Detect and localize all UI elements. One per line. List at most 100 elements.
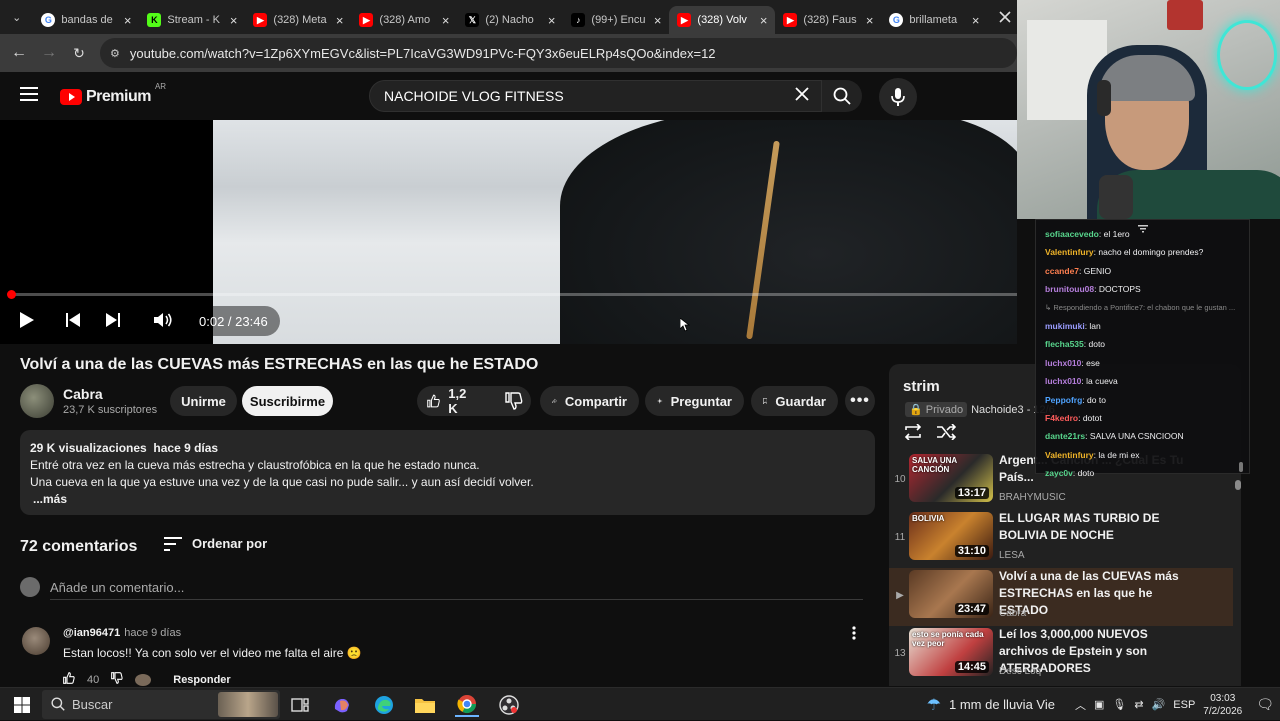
play-button[interactable] [12,305,42,335]
site-info-icon[interactable]: ⚙ [110,47,120,60]
language-indicator[interactable]: ESP [1173,699,1195,711]
chat-username[interactable]: Valentinfury [1045,247,1094,257]
chat-username[interactable]: flecha535 [1045,339,1084,349]
video-player[interactable]: 0:02 / 23:46 [0,120,1017,344]
notification-icon[interactable]: 🗨 [1256,696,1274,713]
browser-tab[interactable]: ▶ (328) Meta × [245,6,351,34]
browser-tab[interactable]: ▶ (328) Volv × [669,6,776,34]
shuffle-icon[interactable] [936,423,957,445]
close-tab-icon[interactable]: × [230,13,238,28]
comment-author[interactable]: @ian96471 hace 9 días [63,627,181,639]
join-button[interactable]: Unirme [170,386,237,416]
dislike-button[interactable] [505,392,523,410]
microphone-icon[interactable]: 🎙 [1112,698,1126,711]
network-icon[interactable]: ⇄ [1134,698,1143,711]
file-explorer-icon[interactable] [413,693,437,717]
tray-app-icon[interactable]: ▣ [1094,698,1104,711]
chat-username[interactable]: mukimuki [1045,321,1085,331]
playlist-name[interactable]: strim [903,378,940,395]
reload-icon[interactable]: ↻ [64,38,94,68]
windows-start-icon[interactable] [10,693,34,717]
browser-tab[interactable]: ▶ (328) Faus × [775,6,881,34]
close-tab-icon[interactable]: × [972,13,980,28]
sort-comments-button[interactable]: Ordenar por [164,536,267,551]
share-button[interactable]: Compartir [540,386,639,416]
chat-filter-icon[interactable] [1138,220,1148,238]
save-button[interactable]: Guardar [751,386,838,416]
edge-icon[interactable] [372,693,396,717]
back-icon[interactable]: ← [4,38,34,68]
playlist-item[interactable]: 11 BOLIVIA 31:10 EL LUGAR MAS TURBIO DE BOL… [889,510,1233,568]
description-more-link[interactable]: ...más [33,491,865,508]
next-button[interactable] [98,305,128,335]
tray-chevron-up-icon[interactable]: ︿ [1075,697,1086,713]
close-tab-icon[interactable]: × [442,13,450,28]
youtube-premium-logo[interactable]: Premium AR [60,82,166,106]
clock[interactable]: 03:03 7/2/2026 [1203,692,1242,718]
reply-button[interactable]: Responder [173,674,230,686]
search-input[interactable]: NACHOIDE VLOG FITNESS [369,80,822,112]
close-tab-icon[interactable]: × [760,13,768,28]
browser-tab[interactable]: 𝕏 (2) Nacho × [457,6,563,34]
chat-username[interactable]: F4kedro [1045,413,1078,423]
chat-username[interactable]: brunitouu08 [1045,284,1094,294]
playlist-item[interactable]: ▶ 23:47 Volví a una de las CUEVAS más ESTR… [889,568,1233,626]
playlist-item[interactable]: 13 esto se ponía cada vez peor 14:45 Leí lo… [889,626,1233,684]
chat-username[interactable]: Valentinfury [1045,450,1094,460]
chat-username[interactable]: dante21rs [1045,431,1085,441]
chat-username[interactable]: ccande7 [1045,266,1079,276]
chrome-icon[interactable] [455,693,479,717]
close-tab-icon[interactable]: × [548,13,556,28]
clear-search-icon[interactable] [795,87,809,104]
search-button[interactable] [822,80,862,112]
address-bar[interactable]: ⚙ youtube.com/watch?v=1Zp6XYmEGVc&list=P… [100,38,1017,68]
task-view-icon[interactable] [288,693,312,717]
loop-icon[interactable] [903,423,923,445]
playlist-scrollbar[interactable] [1235,480,1241,490]
weather-text[interactable]: 1 mm de lluvia Vie [949,697,1055,712]
close-tab-icon[interactable]: × [336,13,344,28]
chat-username[interactable]: zayc0v [1045,468,1073,478]
volume-button[interactable] [148,305,178,335]
comment-username[interactable]: @ian96471 [63,627,120,639]
comment-like-button[interactable] [63,672,75,687]
add-comment-input[interactable]: Añade un comentario... [50,580,184,595]
tab-search-chevron-icon[interactable]: ⌄ [0,0,33,34]
x-icon[interactable] [993,5,1017,29]
browser-tab[interactable]: Gbrillameta × [881,6,987,34]
chat-username[interactable]: luchx010 [1045,376,1081,386]
description-box[interactable]: 29 K visualizaciones hace 9 días Entré o… [20,430,875,515]
progress-bar[interactable] [12,293,1017,296]
chat-scrollbar[interactable] [1239,462,1243,472]
channel-name[interactable]: Cabra [63,386,103,402]
previous-button[interactable] [58,305,88,335]
menu-icon[interactable] [20,86,38,107]
comment-menu-icon[interactable] [852,626,856,645]
commenter-avatar[interactable] [22,627,50,655]
comment-dislike-button[interactable] [111,672,123,687]
playlist-item-thumbnail[interactable]: 23:47 [909,570,993,618]
channel-avatar[interactable] [20,384,54,418]
browser-tab[interactable]: K Stream - K × [139,6,245,34]
copilot-icon[interactable] [330,693,354,717]
ask-button[interactable]: Preguntar [645,386,744,416]
browser-tab[interactable]: ▶ (328) Amo × [351,6,457,34]
more-actions-button[interactable]: ••• [845,386,875,416]
chat-username[interactable]: sofiaacevedo [1045,229,1099,239]
close-tab-icon[interactable]: × [866,13,874,28]
close-tab-icon[interactable]: × [124,13,132,28]
close-tab-icon[interactable]: × [654,13,662,28]
chat-username[interactable]: luchx010 [1045,358,1081,368]
subscribe-button[interactable]: Suscribirme [242,386,333,416]
weather-rain-icon[interactable]: ☂ [927,695,941,715]
taskbar-search-input[interactable]: Buscar [42,690,280,719]
playlist-item-thumbnail[interactable]: BOLIVIA 31:10 [909,512,993,560]
playlist-item-thumbnail[interactable]: esto se ponía cada vez peor 14:45 [909,628,993,676]
volume-icon[interactable]: 🔊 [1152,698,1166,711]
forward-icon[interactable]: → [34,38,64,68]
playlist-item-thumbnail[interactable]: SALVA UNA CANCIÓN 13:17 [909,454,993,502]
chat-username[interactable]: Peppofrg [1045,395,1082,405]
browser-tab[interactable]: Gbandas de × [33,6,139,34]
browser-tab[interactable]: ♪ (99+) Encu × [563,6,669,34]
progress-scrubber[interactable] [7,290,16,299]
